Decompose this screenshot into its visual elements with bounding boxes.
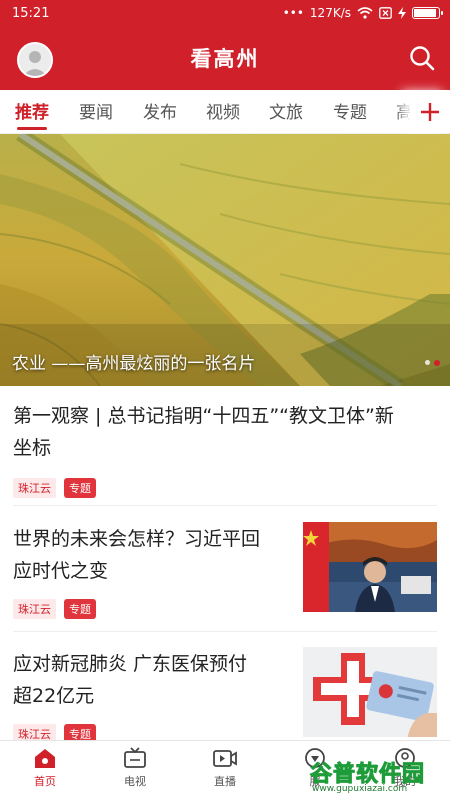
news-item[interactable]: 第一观察 | 总书记指明“十四五”“教文卫体”新 坐标 珠江云 专题 xyxy=(0,386,450,506)
tab-recommend[interactable]: 推荐 xyxy=(15,98,49,123)
page-title: 看高州 xyxy=(190,47,260,71)
nav-tv[interactable]: 电视 xyxy=(105,747,165,789)
news-title-line: 坐标 xyxy=(13,437,52,459)
news-item[interactable]: 应对新冠肺炎 广东医保预付 超22亿元 珠江云 专题 xyxy=(0,632,450,744)
no-sim-icon xyxy=(379,7,392,19)
status-time: 15:21 xyxy=(12,5,50,21)
news-item[interactable]: 世界的未来会怎样？习近平回 应时代之变 珠江云 专题 xyxy=(0,506,450,632)
nav-live[interactable]: 直播 xyxy=(195,747,255,789)
active-tab-indicator xyxy=(17,127,47,130)
news-tags: 珠江云 专题 xyxy=(13,599,96,619)
news-thumbnail xyxy=(303,647,437,737)
news-thumbnail-image xyxy=(303,647,437,737)
tab-video[interactable]: 视频 xyxy=(206,98,240,123)
user-avatar-icon xyxy=(19,44,51,76)
live-icon xyxy=(213,750,237,767)
carousel-indicator xyxy=(425,360,440,366)
topic-tag: 专题 xyxy=(64,478,96,498)
news-title-line: 第一观察 | 总书记指明“十四五”“教文卫体”新 xyxy=(13,405,394,427)
add-channel-button[interactable] xyxy=(410,91,450,133)
tab-special[interactable]: 专题 xyxy=(333,98,367,123)
nav-label: 电视 xyxy=(124,775,146,788)
news-title-line: 应时代之变 xyxy=(13,560,109,582)
wifi-icon xyxy=(357,7,373,19)
tv-icon xyxy=(124,747,146,768)
network-speed: 127K/s xyxy=(309,6,351,20)
source-tag: 珠江云 xyxy=(13,599,56,619)
news-title-line: 应对新冠肺炎 广东医保预付 xyxy=(13,653,248,675)
news-title: 第一观察 | 总书记指明“十四五”“教文卫体”新 坐标 xyxy=(13,400,394,464)
news-thumbnail xyxy=(303,522,437,612)
hero-banner[interactable]: 农业 ——高州最炫丽的一张名片 xyxy=(0,134,450,386)
avatar[interactable] xyxy=(17,42,53,78)
channel-tabs: 推荐 要闻 发布 视频 文旅 专题 高 xyxy=(0,90,450,134)
news-title: 世界的未来会怎样？习近平回 应时代之变 xyxy=(13,523,260,587)
battery-icon xyxy=(412,7,443,19)
news-title-line: 超22亿元 xyxy=(13,685,95,707)
more-dots-icon: ••• xyxy=(282,6,304,20)
topic-tag: 专题 xyxy=(64,599,96,619)
nav-label: 直播 xyxy=(214,775,236,788)
nav-home[interactable]: 首页 xyxy=(15,747,75,789)
news-tags: 珠江云 专题 xyxy=(13,478,96,498)
news-title: 应对新冠肺炎 广东医保预付 超22亿元 xyxy=(13,648,247,712)
nav-label: 首页 xyxy=(34,775,56,788)
site-watermark: 谷普软件园 www.gupuxiazai.com xyxy=(306,756,450,800)
tab-culture-travel[interactable]: 文旅 xyxy=(269,98,303,123)
charging-icon xyxy=(398,7,406,19)
tab-release[interactable]: 发布 xyxy=(143,98,177,123)
carousel-dot xyxy=(425,360,430,365)
hero-caption: 农业 ——高州最炫丽的一张名片 xyxy=(12,354,256,374)
carousel-dot-active xyxy=(434,360,440,366)
source-tag: 珠江云 xyxy=(13,478,56,498)
home-icon xyxy=(35,749,55,768)
watermark-url: www.gupuxiazai.com xyxy=(312,784,408,794)
status-indicators: ••• 127K/s xyxy=(282,6,443,20)
status-bar: 15:21 ••• 127K/s xyxy=(0,0,450,26)
plus-icon xyxy=(421,103,439,121)
app-bar: 看高州 xyxy=(0,26,450,90)
tab-headlines[interactable]: 要闻 xyxy=(79,98,113,123)
search-icon[interactable] xyxy=(408,44,436,72)
news-thumbnail-image xyxy=(303,522,437,612)
news-title-line: 世界的未来会怎样？习近平回 xyxy=(13,528,261,550)
